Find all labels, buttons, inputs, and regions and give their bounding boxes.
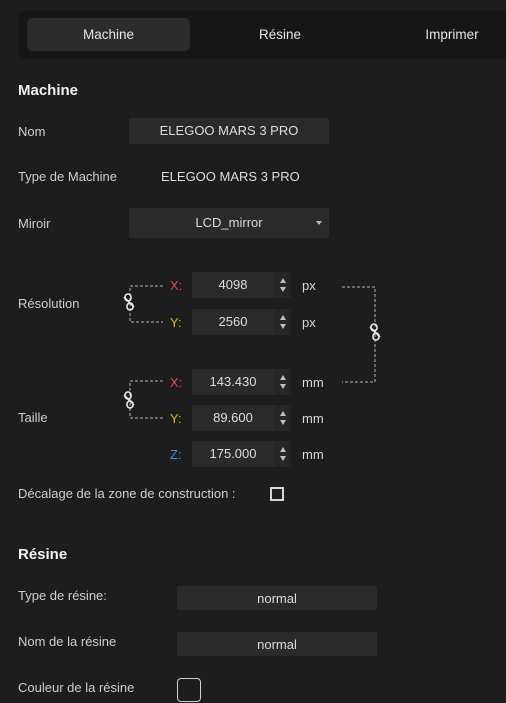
arrow-down-icon[interactable] bbox=[280, 456, 286, 461]
broken-link-icon[interactable] bbox=[122, 293, 136, 311]
resolution-x-axis-label: X: bbox=[170, 278, 183, 293]
arrow-down-icon[interactable] bbox=[280, 384, 286, 389]
resin-color-swatch[interactable] bbox=[177, 678, 201, 702]
size-label: Taille bbox=[18, 410, 48, 425]
arrow-up-icon[interactable] bbox=[280, 447, 286, 452]
spin-arrows[interactable] bbox=[275, 405, 291, 431]
resolution-y-unit: px bbox=[302, 315, 316, 330]
arrow-up-icon[interactable] bbox=[280, 411, 286, 416]
arrow-down-icon[interactable] bbox=[280, 287, 286, 292]
size-z-axis-label: Z: bbox=[170, 447, 182, 462]
resin-type-field[interactable]: normal bbox=[177, 586, 377, 610]
resolution-x-value: 4098 bbox=[218, 277, 248, 292]
spin-arrows[interactable] bbox=[275, 272, 291, 298]
size-x-unit: mm bbox=[302, 375, 324, 390]
resin-name-label: Nom de la résine bbox=[18, 634, 117, 649]
broken-link-icon[interactable] bbox=[368, 323, 382, 341]
build-offset-label: Décalage de la zone de construction : bbox=[18, 486, 236, 501]
resin-name-field[interactable]: normal bbox=[177, 632, 377, 656]
size-z-unit: mm bbox=[302, 447, 324, 462]
arrow-down-icon[interactable] bbox=[280, 420, 286, 425]
spin-arrows[interactable] bbox=[275, 309, 291, 335]
size-z-value: 175.000 bbox=[209, 446, 257, 461]
resolution-y-value: 2560 bbox=[218, 314, 248, 329]
size-x-spinbox[interactable]: 143.430 bbox=[192, 369, 291, 395]
resin-section-title: Résine bbox=[18, 546, 68, 563]
resolution-x-spinbox[interactable]: 4098 bbox=[192, 272, 291, 298]
resin-color-label: Couleur de la résine bbox=[18, 680, 135, 695]
build-offset-checkbox[interactable] bbox=[270, 487, 284, 501]
resolution-y-axis-label: Y: bbox=[170, 315, 182, 330]
arrow-up-icon[interactable] bbox=[280, 278, 286, 283]
size-x-axis-label: X: bbox=[170, 375, 183, 390]
broken-link-icon[interactable] bbox=[122, 391, 136, 409]
spin-arrows[interactable] bbox=[275, 369, 291, 395]
arrow-up-icon[interactable] bbox=[280, 315, 286, 320]
resin-type-label: Type de résine: bbox=[18, 588, 107, 603]
size-y-value: 89.600 bbox=[213, 410, 253, 425]
spin-arrows[interactable] bbox=[275, 441, 291, 467]
resolution-y-spinbox[interactable]: 2560 bbox=[192, 309, 291, 335]
size-y-spinbox[interactable]: 89.600 bbox=[192, 405, 291, 431]
arrow-down-icon[interactable] bbox=[280, 324, 286, 329]
resolution-x-unit: px bbox=[302, 278, 316, 293]
size-x-value: 143.430 bbox=[209, 374, 257, 389]
size-z-spinbox[interactable]: 175.000 bbox=[192, 441, 291, 467]
size-y-axis-label: Y: bbox=[170, 411, 182, 426]
size-y-unit: mm bbox=[302, 411, 324, 426]
arrow-up-icon[interactable] bbox=[280, 375, 286, 380]
